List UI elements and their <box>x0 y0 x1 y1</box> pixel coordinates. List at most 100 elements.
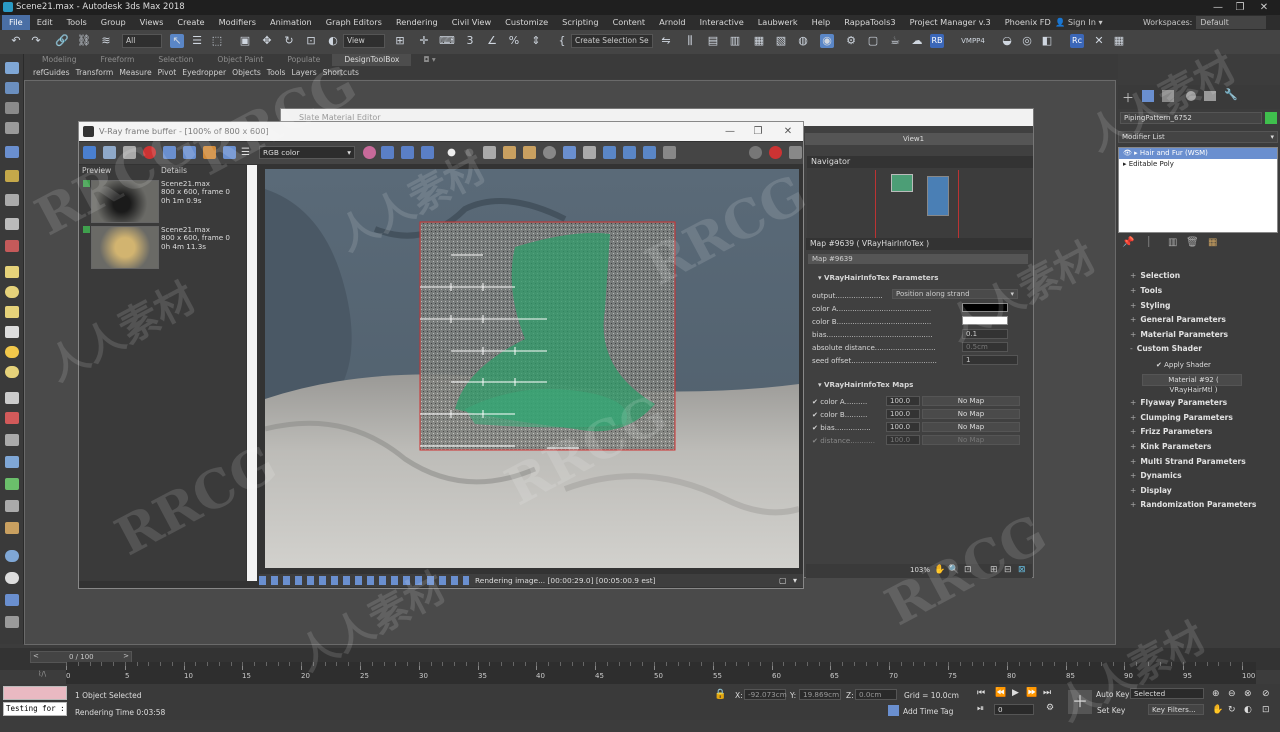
menu-arnold[interactable]: Arnold <box>652 15 693 30</box>
checkbox-icon[interactable]: ✔ <box>1156 361 1164 369</box>
pan-icon[interactable]: ✋ <box>934 565 945 575</box>
select-by-name-icon[interactable]: ☰ <box>190 34 204 48</box>
load-icon[interactable] <box>523 146 536 159</box>
menu-customize[interactable]: Customize <box>498 15 555 30</box>
render-production-icon[interactable]: ☕ <box>888 34 902 48</box>
zoom-value[interactable]: 103% <box>910 566 930 574</box>
y-coordinate-field[interactable]: 19.869cm <box>799 689 841 700</box>
maps-rollout-title[interactable]: ▾ VRayHairInfoTex Maps <box>818 380 913 389</box>
maxscript-listener-pink[interactable] <box>3 686 67 700</box>
menu-phoenix-fd[interactable]: Phoenix FD <box>998 15 1058 30</box>
checkbox-icon[interactable]: ✔ <box>812 397 820 406</box>
menu-create[interactable]: Create <box>170 15 211 30</box>
edit-named-selection-icon[interactable]: { <box>555 34 569 48</box>
utilities-tab-icon[interactable]: 🔧 <box>1224 88 1238 101</box>
history-item-2[interactable]: Scene21.max 800 x 600, frame 0 0h 4m 11.… <box>81 225 243 271</box>
link-icon[interactable]: 🔗 <box>55 34 69 48</box>
bias-spinner[interactable]: 0.1 <box>962 329 1008 339</box>
slider-next-icon[interactable]: > <box>123 652 129 660</box>
key-filters-button[interactable]: Key Filters... <box>1148 704 1204 715</box>
color-palette-icon[interactable] <box>363 146 376 159</box>
ribbon-options-icon[interactable]: ◘ ▾ <box>411 54 447 66</box>
previous-frame-icon[interactable]: ⏪ <box>995 688 1006 698</box>
hierarchy-tab-icon[interactable] <box>1162 90 1174 102</box>
sphere-preview-icon[interactable] <box>543 146 556 159</box>
select-object-icon[interactable]: ↖ <box>170 34 184 48</box>
menu-scripting[interactable]: Scripting <box>555 15 605 30</box>
subtab-objects[interactable]: Objects <box>229 66 264 79</box>
checkbox-icon[interactable]: ✔ <box>812 423 820 432</box>
rollout-display[interactable]: + Display <box>1130 486 1172 495</box>
lock-selection-icon[interactable]: 🔒 <box>714 689 726 700</box>
view-icon-1[interactable]: ⊕ <box>1212 689 1220 699</box>
sign-in-button[interactable]: 👤 Sign In ▾ <box>1055 15 1103 30</box>
mini-curve-icon[interactable]: ⌇/\ <box>38 670 46 678</box>
subtab-tools[interactable]: Tools <box>264 66 289 79</box>
auto-key-button[interactable]: Auto Key <box>1096 690 1129 699</box>
tool-icon-25[interactable] <box>5 594 19 606</box>
go-to-start-icon[interactable]: ⏮ <box>977 688 985 698</box>
lens-icon[interactable] <box>749 146 762 159</box>
plant-icon[interactable] <box>5 478 19 490</box>
map-slot-color-b[interactable]: No Map <box>922 409 1020 419</box>
next-frame-icon[interactable]: ⏩ <box>1026 688 1037 698</box>
menu-project-manager[interactable]: Project Manager v.3 <box>903 15 998 30</box>
history-scrollbar[interactable] <box>247 165 257 581</box>
tool-icon-5[interactable] <box>5 146 19 158</box>
tool-icon-4[interactable] <box>5 122 19 134</box>
menu-group[interactable]: Group <box>94 15 133 30</box>
current-frame-field[interactable]: 0 <box>994 704 1034 715</box>
tool-icon-16[interactable] <box>5 392 19 404</box>
view-icon-8[interactable]: ⊡ <box>1262 705 1270 715</box>
rollout-material-parameters[interactable]: + Material Parameters <box>1130 330 1228 339</box>
compare-icon[interactable] <box>223 146 236 159</box>
menu-views[interactable]: Views <box>133 15 171 30</box>
menu-animation[interactable]: Animation <box>263 15 319 30</box>
slider-prev-icon[interactable]: < <box>33 652 39 660</box>
menu-edit[interactable]: Edit <box>30 15 60 30</box>
tool-icon-18[interactable] <box>5 434 19 446</box>
toggle-ribbon-icon[interactable]: ▥ <box>728 34 742 48</box>
tool-icon-23[interactable] <box>5 550 19 562</box>
follow-mouse-icon[interactable] <box>603 146 616 159</box>
red-channel-icon[interactable] <box>381 146 394 159</box>
subtab-layers[interactable]: Layers <box>289 66 320 79</box>
rollout-styling[interactable]: + Styling <box>1130 301 1170 310</box>
redo-icon[interactable]: ↷ <box>29 34 43 48</box>
history-check-icon[interactable] <box>83 180 90 187</box>
tool-cross-icon[interactable]: ✕ <box>1092 34 1106 48</box>
rollout-frizz[interactable]: + Frizz Parameters <box>1130 427 1212 436</box>
percent-snap-icon[interactable]: % <box>507 34 521 48</box>
tab-selection[interactable]: Selection <box>146 54 205 66</box>
motion-tab-icon[interactable] <box>1186 91 1196 101</box>
zoom-region-icon[interactable]: ⊡ <box>964 565 972 575</box>
tool-icon-8[interactable] <box>5 218 19 230</box>
rb-icon[interactable]: RB <box>930 34 944 48</box>
cone-icon[interactable] <box>5 326 19 338</box>
tool-grid-icon[interactable]: ▦ <box>1112 34 1126 48</box>
aperture-icon[interactable] <box>203 146 216 159</box>
subtab-shortcuts[interactable]: Shortcuts <box>320 66 362 79</box>
undo-icon[interactable]: ↶ <box>9 34 23 48</box>
window-crossing-icon[interactable]: ▣ <box>238 34 252 48</box>
green-channel-icon[interactable] <box>401 146 414 159</box>
expand-icon[interactable]: ▢ <box>779 574 787 587</box>
vfb-close-button[interactable]: ✕ <box>773 122 803 141</box>
seed-offset-spinner[interactable]: 1 <box>962 355 1018 365</box>
angle-snap-icon[interactable]: ∠ <box>485 34 499 48</box>
tool-icon-26[interactable] <box>5 616 19 628</box>
rollout-flyaway[interactable]: + Flyaway Parameters <box>1130 398 1227 407</box>
minimize-button[interactable]: — <box>1207 0 1229 15</box>
subtab-pivot[interactable]: Pivot <box>155 66 180 79</box>
reference-coordinate-dropdown[interactable]: View <box>343 34 385 48</box>
view-icon-6[interactable]: ↻ <box>1228 705 1236 715</box>
z-coordinate-field[interactable]: 0.0cm <box>855 689 897 700</box>
tab-freeform[interactable]: Freeform <box>89 54 147 66</box>
vray-vfb-icon[interactable]: ◧ <box>1040 34 1054 48</box>
menu-laubwerk[interactable]: Laubwerk <box>751 15 805 30</box>
keyboard-shortcut-icon[interactable]: ⌨ <box>439 34 455 48</box>
rollout-tools[interactable]: + Tools <box>1130 286 1162 295</box>
view-icon-4[interactable]: ⊘ <box>1262 689 1270 699</box>
box-icon[interactable] <box>5 266 19 278</box>
rollout-dynamics[interactable]: + Dynamics <box>1130 471 1182 480</box>
